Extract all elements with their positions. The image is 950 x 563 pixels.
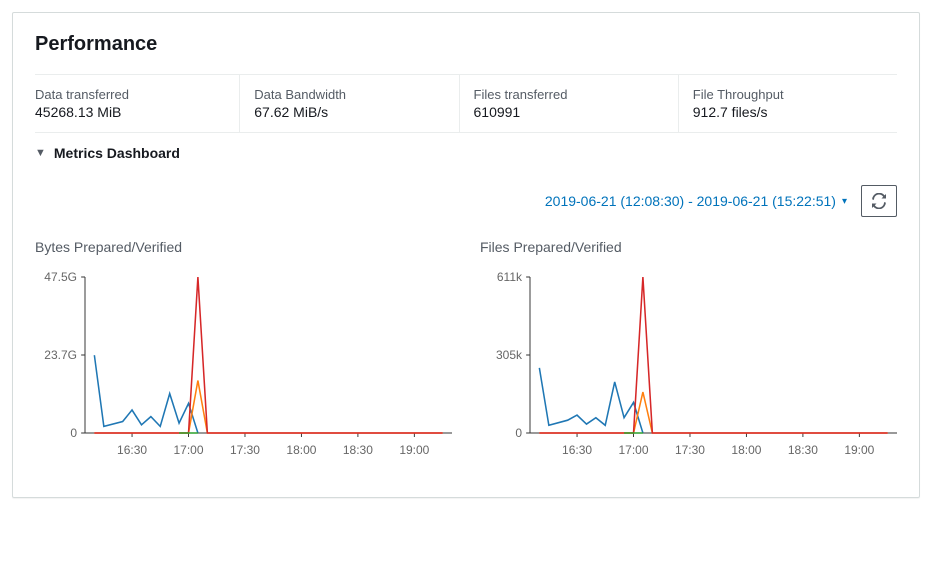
stat-label: Files transferred: [474, 87, 664, 102]
x-tick: 19:00: [844, 443, 874, 457]
x-tick: 19:00: [399, 443, 429, 457]
time-range-picker[interactable]: 2019-06-21 (12:08:30) - 2019-06-21 (15:2…: [545, 193, 847, 209]
x-tick: 17:30: [675, 443, 705, 457]
panel-title: Performance: [35, 33, 897, 56]
time-range-label: 2019-06-21 (12:08:30) - 2019-06-21 (15:2…: [545, 193, 836, 209]
stat-files-transferred: Files transferred 610991: [460, 75, 679, 132]
y-tick: 0: [70, 426, 77, 440]
x-tick: 17:30: [230, 443, 260, 457]
stat-value: 912.7 files/s: [693, 104, 883, 120]
chart-title: Bytes Prepared/Verified: [35, 239, 452, 255]
x-tick: 18:00: [731, 443, 761, 457]
chevron-down-icon: ▾: [842, 196, 847, 207]
stat-value: 610991: [474, 104, 664, 120]
y-axis: 0 305k 611k: [480, 277, 526, 433]
chart-bytes: Bytes Prepared/Verified 0 23.7G 47.5G 16…: [35, 239, 452, 457]
stat-file-throughput: File Throughput 912.7 files/s: [679, 75, 897, 132]
stat-label: File Throughput: [693, 87, 883, 102]
section-toggle-label: Metrics Dashboard: [54, 145, 180, 161]
x-axis: 16:30 17:00 17:30 18:00 18:30 19:00: [530, 437, 897, 457]
chart-title: Files Prepared/Verified: [480, 239, 897, 255]
plot-area[interactable]: [85, 277, 452, 433]
y-tick: 305k: [496, 348, 522, 362]
x-tick: 18:30: [343, 443, 373, 457]
caret-down-icon: ▼: [35, 147, 46, 159]
stat-label: Data transferred: [35, 87, 225, 102]
performance-panel: Performance Data transferred 45268.13 Mi…: [12, 12, 920, 498]
x-tick: 18:30: [788, 443, 818, 457]
chart-files: Files Prepared/Verified 0 305k 611k 16:3…: [480, 239, 897, 457]
x-tick: 16:30: [117, 443, 147, 457]
stats-row: Data transferred 45268.13 MiB Data Bandw…: [35, 74, 897, 133]
dashboard-toolbar: 2019-06-21 (12:08:30) - 2019-06-21 (15:2…: [35, 185, 897, 217]
x-tick: 16:30: [562, 443, 592, 457]
plot-area[interactable]: [530, 277, 897, 433]
refresh-button[interactable]: [861, 185, 897, 217]
y-tick: 23.7G: [44, 348, 77, 362]
metrics-dashboard-toggle[interactable]: ▼ Metrics Dashboard: [35, 133, 897, 167]
y-axis: 0 23.7G 47.5G: [35, 277, 81, 433]
y-tick: 611k: [497, 270, 522, 284]
stat-data-transferred: Data transferred 45268.13 MiB: [35, 75, 240, 132]
chart-area: 0 23.7G 47.5G 16:3017:0017:3018:0018:301…: [35, 277, 452, 457]
x-tick: 18:00: [286, 443, 316, 457]
stat-data-bandwidth: Data Bandwidth 67.62 MiB/s: [240, 75, 459, 132]
stat-value: 67.62 MiB/s: [254, 104, 444, 120]
y-tick: 47.5G: [44, 270, 77, 284]
x-tick: 17:00: [173, 443, 203, 457]
chart-area: 0 305k 611k 16:30 17:00 17:30 18:00 18:30 19:…: [480, 277, 897, 457]
x-tick: 17:00: [618, 443, 648, 457]
y-tick: 0: [515, 426, 522, 440]
stat-label: Data Bandwidth: [254, 87, 444, 102]
stat-value: 45268.13 MiB: [35, 104, 225, 120]
charts-row: Bytes Prepared/Verified 0 23.7G 47.5G 16…: [35, 239, 897, 457]
refresh-icon: [871, 193, 887, 209]
x-axis: 16:30 17:00 17:30 18:00 18:30 19:00: [85, 437, 452, 457]
